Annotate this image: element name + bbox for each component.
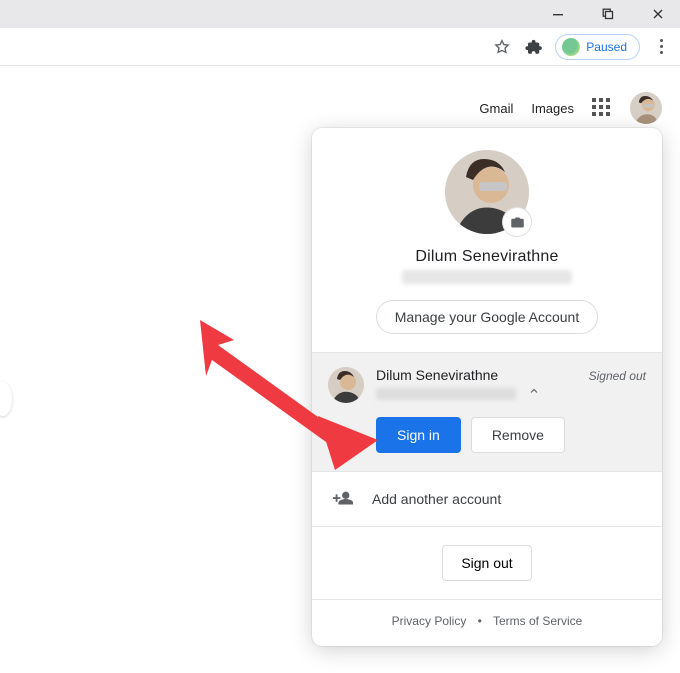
add-account-row[interactable]: Add another account bbox=[312, 472, 662, 527]
gmail-link[interactable]: Gmail bbox=[479, 101, 513, 116]
google-top-nav: Gmail Images bbox=[479, 92, 662, 124]
manage-account-button[interactable]: Manage your Google Account bbox=[376, 300, 598, 334]
change-photo-button[interactable] bbox=[503, 208, 531, 236]
sign-out-button[interactable]: Sign out bbox=[442, 545, 531, 581]
camera-icon bbox=[510, 215, 525, 230]
browser-toolbar: Paused bbox=[0, 28, 680, 66]
kebab-menu-icon[interactable] bbox=[650, 39, 672, 54]
images-link[interactable]: Images bbox=[531, 101, 574, 116]
close-button[interactable] bbox=[642, 1, 674, 27]
minimize-button[interactable] bbox=[542, 1, 574, 27]
legal-row: Privacy Policy • Terms of Service bbox=[312, 600, 662, 646]
left-edge-artifact bbox=[0, 382, 12, 416]
other-account-name: Dilum Senevirathne bbox=[376, 367, 577, 383]
other-account-email-blurred bbox=[376, 388, 516, 400]
signed-out-label: Signed out bbox=[589, 369, 646, 383]
terms-of-service-link[interactable]: Terms of Service bbox=[493, 614, 582, 628]
privacy-policy-link[interactable]: Privacy Policy bbox=[392, 614, 467, 628]
paused-label: Paused bbox=[586, 40, 627, 54]
account-email-blurred bbox=[402, 270, 572, 284]
google-apps-icon[interactable] bbox=[592, 98, 612, 118]
account-avatar-small[interactable] bbox=[630, 92, 662, 124]
extensions-icon[interactable] bbox=[523, 36, 545, 58]
maximize-button[interactable] bbox=[592, 1, 624, 27]
account-name: Dilum Senevirathne bbox=[332, 248, 642, 266]
separator-dot: • bbox=[470, 614, 490, 628]
person-add-icon bbox=[332, 488, 354, 510]
window-titlebar bbox=[0, 0, 680, 28]
profile-swirl-icon bbox=[562, 38, 580, 56]
add-account-label: Add another account bbox=[372, 491, 501, 507]
profile-paused-chip[interactable]: Paused bbox=[555, 34, 640, 60]
bookmark-star-icon[interactable] bbox=[491, 36, 513, 58]
annotation-arrow bbox=[200, 320, 390, 470]
remove-account-button[interactable]: Remove bbox=[471, 417, 565, 453]
chevron-up-icon[interactable] bbox=[528, 384, 540, 400]
